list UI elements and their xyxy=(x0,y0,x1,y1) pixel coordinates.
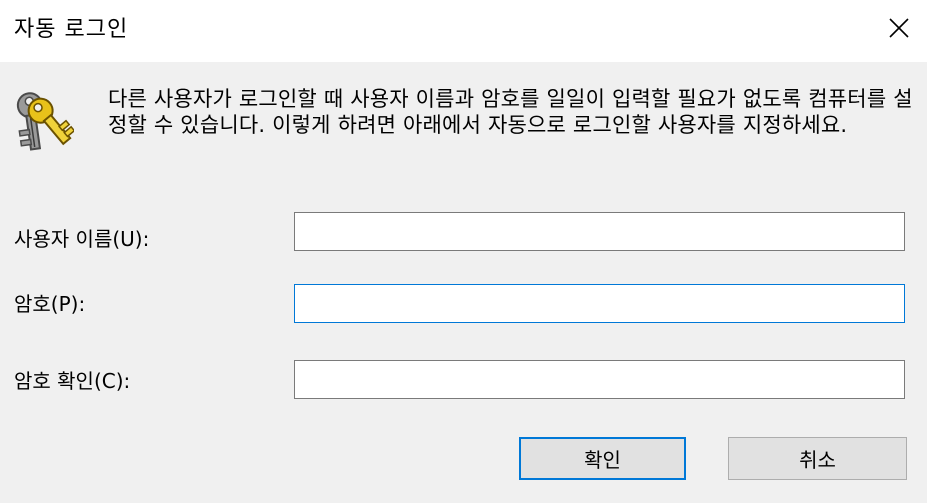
keys-icon xyxy=(16,92,74,151)
title-bar: 자동 로그인 xyxy=(0,0,927,62)
ok-button[interactable]: 확인 xyxy=(519,437,686,480)
auto-login-dialog: 자동 로그인 다른 사용자가 로그인할 때 사용자 이름과 암호를 일일이 입력… xyxy=(0,0,927,503)
username-input[interactable] xyxy=(294,212,905,251)
window-title: 자동 로그인 xyxy=(14,17,129,42)
dialog-description: 다른 사용자가 로그인할 때 사용자 이름과 암호를 일일이 입력할 필요가 없… xyxy=(108,87,913,137)
confirm-password-label: 암호 확인(C): xyxy=(14,369,131,393)
close-button[interactable] xyxy=(871,0,927,56)
username-label: 사용자 이름(U): xyxy=(14,227,150,251)
close-icon xyxy=(889,18,909,38)
password-input[interactable] xyxy=(294,284,905,323)
cancel-button[interactable]: 취소 xyxy=(728,437,907,480)
password-label: 암호(P): xyxy=(14,292,86,316)
confirm-password-input[interactable] xyxy=(294,360,905,399)
